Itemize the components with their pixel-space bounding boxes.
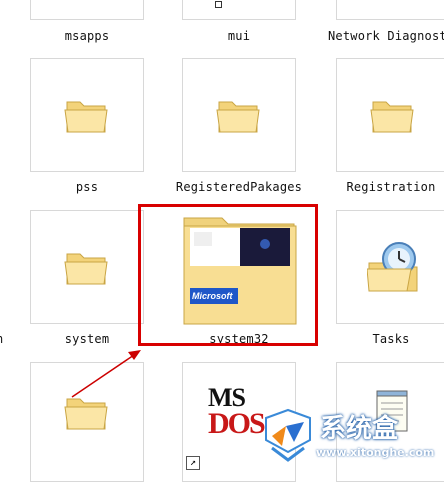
- watermark-brand: 系统盒: [320, 414, 399, 444]
- site-watermark: 系统盒 www.xitonghe.com: [258, 406, 444, 472]
- watermark-logo-icon: [265, 408, 311, 462]
- watermark-url: www.xitonghe.com: [316, 446, 435, 459]
- annotation-arrow: [71, 350, 141, 398]
